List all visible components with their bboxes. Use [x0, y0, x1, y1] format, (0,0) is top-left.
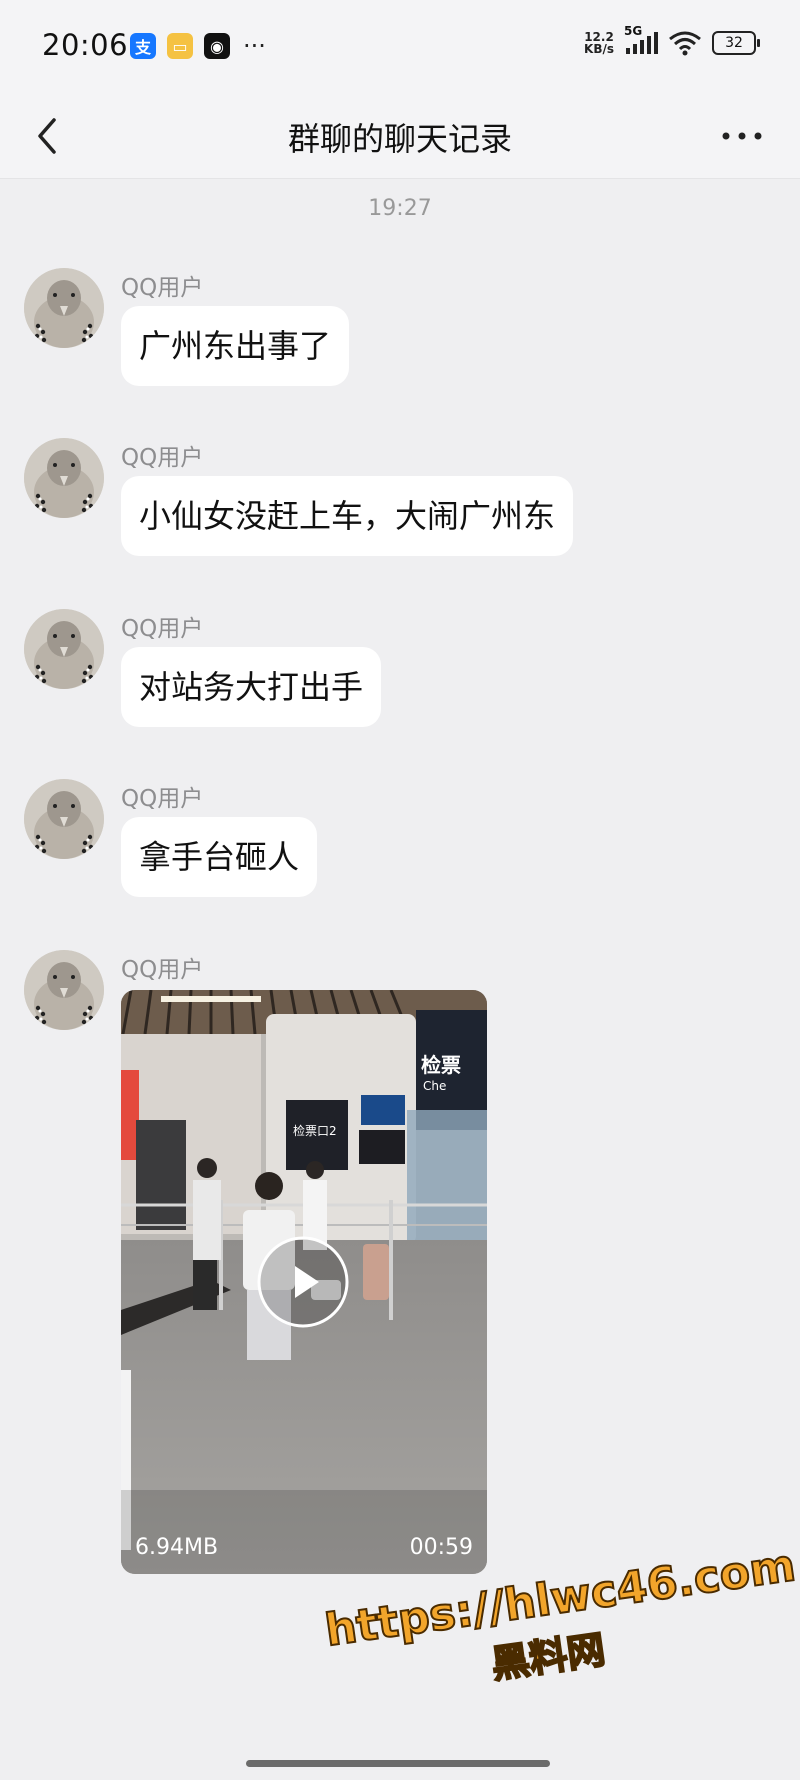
network-type: 5G [624, 24, 643, 38]
more-notifications-icon: ··· [243, 32, 266, 60]
title-bar: 群聊的聊天记录 [0, 96, 800, 179]
svg-text:检票口2: 检票口2 [293, 1123, 337, 1138]
svg-text:Che: Che [423, 1079, 446, 1093]
message-bubble[interactable]: 小仙女没赶上车，大闹广州东 [121, 476, 574, 556]
status-time: 20:06 [42, 28, 129, 62]
status-indicators: 12.2 KB/s 5G 32 [584, 24, 760, 56]
pigeon-avatar-icon [24, 609, 104, 689]
watermark: https://hlwc46.com 黑料网 [321, 1539, 800, 1755]
avatar[interactable] [24, 438, 104, 518]
sender-name: QQ用户 [121, 275, 204, 301]
chat-timestamp: 19:27 [368, 196, 432, 221]
avatar[interactable] [24, 268, 104, 348]
cellular-signal-icon: 5G [624, 24, 658, 56]
more-options-icon[interactable] [718, 118, 766, 154]
message-bubble[interactable]: 广州东出事了 [121, 306, 350, 386]
status-bar: 20:06 支 ▭ ◉ ··· 12.2 KB/s 5G 32 [0, 0, 800, 96]
play-icon[interactable] [255, 1234, 351, 1330]
video-size: 6.94MB [135, 1535, 219, 1560]
home-indicator[interactable] [246, 1760, 550, 1767]
sender-name: QQ用户 [121, 786, 204, 812]
svg-text:检票: 检票 [421, 1053, 461, 1077]
video-message[interactable]: 检票口2 检票 Che 6.94MB 00:59 [121, 990, 487, 1574]
net-speed-unit: KB/s [584, 42, 614, 56]
video-duration: 00:59 [409, 1535, 473, 1560]
sender-name: QQ用户 [121, 957, 204, 983]
monkey-app-icon: ◉ [204, 33, 230, 59]
pigeon-avatar-icon [24, 268, 104, 348]
avatar[interactable] [24, 950, 104, 1030]
message-bubble[interactable]: 对站务大打出手 [121, 647, 382, 727]
page-title: 群聊的聊天记录 [287, 120, 512, 158]
sender-name: QQ用户 [121, 616, 204, 642]
net-speed: 12.2 KB/s [584, 31, 614, 55]
wifi-icon [669, 31, 701, 56]
alipay-icon: 支 [130, 33, 156, 59]
pigeon-avatar-icon [24, 950, 104, 1030]
avatar[interactable] [24, 609, 104, 689]
pigeon-avatar-icon [24, 779, 104, 859]
pigeon-avatar-icon [24, 438, 104, 518]
notes-app-icon: ▭ [167, 33, 193, 59]
message-bubble[interactable]: 拿手台砸人 [121, 817, 318, 897]
battery-icon: 32 [712, 31, 760, 55]
avatar[interactable] [24, 779, 104, 859]
notification-icons: 支 ▭ ◉ ··· [130, 33, 266, 59]
sender-name: QQ用户 [121, 445, 204, 471]
